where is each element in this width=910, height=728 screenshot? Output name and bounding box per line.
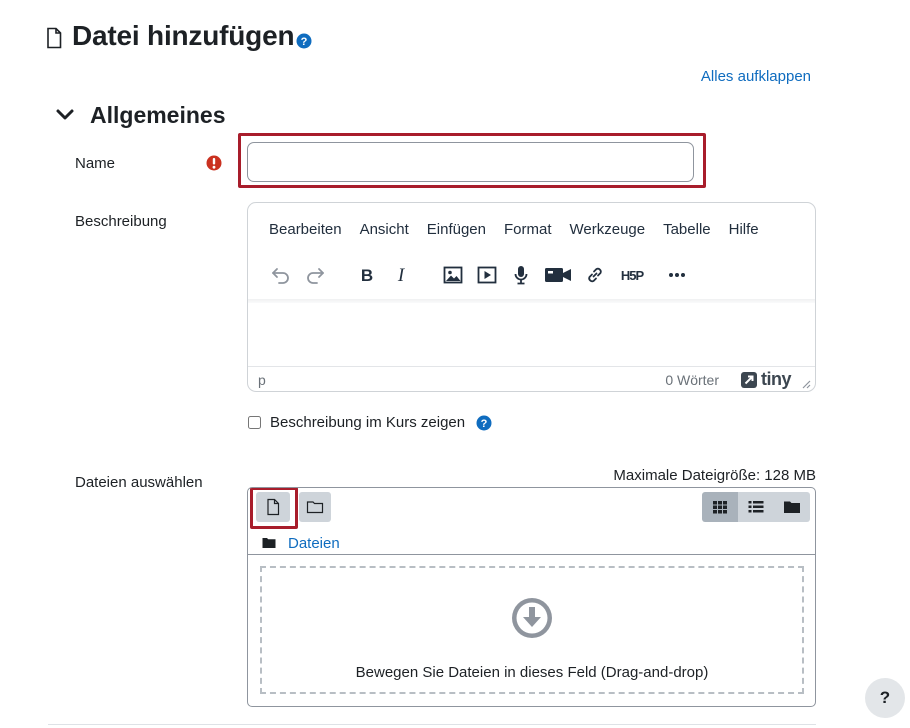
show-description-row: Beschreibung im Kurs zeigen ? [248, 414, 492, 431]
image-icon [443, 266, 463, 284]
view-list-button[interactable] [738, 492, 774, 522]
menu-format[interactable]: Format [495, 215, 561, 244]
svg-text:?: ? [301, 36, 308, 48]
files-label: Dateien auswählen [75, 474, 203, 491]
element-path[interactable]: p [258, 372, 266, 388]
editor-content-area[interactable] [248, 303, 815, 367]
description-editor: Bearbeiten Ansicht Einfügen Format Werkz… [247, 202, 816, 392]
media-icon [477, 266, 497, 284]
more-icon [669, 273, 685, 277]
undo-button[interactable] [264, 258, 298, 292]
italic-button[interactable]: I [384, 258, 418, 292]
editor-menubar: Bearbeiten Ansicht Einfügen Format Werkz… [260, 215, 768, 244]
editor-statusbar: p 0 Wörter tiny [248, 366, 815, 391]
help-icon[interactable]: ? [476, 415, 492, 431]
dropzone-text: Bewegen Sie Dateien in dieses Feld (Drag… [355, 664, 709, 681]
bottom-divider [48, 724, 816, 725]
svg-text:B: B [361, 266, 373, 285]
bold-button[interactable]: B [350, 258, 384, 292]
menu-edit[interactable]: Bearbeiten [260, 215, 351, 244]
file-manager-path: Dateien [262, 532, 340, 554]
redo-icon [307, 268, 324, 284]
video-camera-icon [545, 268, 571, 282]
grid-icon [713, 501, 727, 514]
file-manager-divider [248, 554, 815, 555]
h5p-button[interactable]: H5P [612, 258, 652, 292]
resize-handle-icon[interactable] [801, 379, 811, 389]
link-button[interactable] [578, 258, 612, 292]
required-icon [206, 155, 222, 171]
tiny-logo-text: tiny [760, 369, 792, 389]
file-dropzone[interactable]: Bewegen Sie Dateien in dieses Feld (Drag… [260, 566, 804, 694]
folder-icon [784, 501, 800, 513]
media-button[interactable] [470, 258, 504, 292]
bold-icon: B [361, 266, 373, 285]
image-button[interactable] [436, 258, 470, 292]
record-audio-button[interactable] [504, 258, 538, 292]
tiny-logo-icon [740, 371, 757, 388]
undo-icon [272, 268, 289, 284]
folder-icon [262, 538, 276, 548]
help-fab-label: ? [879, 688, 891, 707]
page-title: Datei hinzufügen [72, 20, 295, 51]
name-label: Name [75, 155, 116, 172]
download-arrow-icon [512, 598, 552, 638]
svg-text:I: I [397, 265, 406, 286]
section-title: Allgemeines [90, 101, 226, 128]
add-file-highlight [250, 488, 298, 529]
menu-tools[interactable]: Werkzeuge [561, 215, 655, 244]
link-icon [588, 267, 602, 283]
chevron-down-icon [56, 109, 74, 120]
help-icon[interactable]: ? [296, 33, 312, 49]
menu-insert[interactable]: Einfügen [418, 215, 495, 244]
expand-all-link[interactable]: Alles aufklappen [701, 68, 811, 85]
description-label: Beschreibung [75, 213, 167, 230]
show-description-checkbox[interactable] [248, 416, 261, 429]
svg-text:?: ? [481, 418, 488, 430]
h5p-icon: H5P [621, 268, 646, 283]
more-button[interactable] [660, 258, 694, 292]
file-icon [47, 27, 62, 49]
show-description-label[interactable]: Beschreibung im Kurs zeigen [270, 414, 465, 431]
file-manager-toolbar [248, 488, 815, 532]
microphone-icon [514, 266, 528, 285]
file-manager: Dateien Bewegen Sie Dateien in dieses Fe… [247, 487, 816, 707]
folder-outline-icon [306, 501, 324, 514]
menu-view[interactable]: Ansicht [351, 215, 418, 244]
create-folder-button[interactable] [299, 492, 331, 522]
tiny-logo-link[interactable]: tiny [740, 369, 792, 390]
max-file-size: Maximale Dateigröße: 128 MB [613, 467, 816, 484]
list-icon [748, 501, 764, 513]
record-video-button[interactable] [538, 258, 578, 292]
menu-help[interactable]: Hilfe [720, 215, 768, 244]
redo-button[interactable] [298, 258, 332, 292]
editor-toolbar: B I H5P [264, 257, 694, 293]
name-input[interactable] [247, 142, 694, 182]
page-title-row: Datei hinzufügen ? [46, 16, 312, 56]
view-icons-button[interactable] [702, 492, 738, 522]
svg-text:H5P: H5P [621, 268, 645, 283]
path-link-files[interactable]: Dateien [288, 535, 340, 552]
help-floating-button[interactable]: ? [865, 678, 905, 718]
section-header-general[interactable]: Allgemeines [54, 100, 226, 130]
view-mode-group [702, 492, 810, 522]
view-tree-button[interactable] [774, 492, 810, 522]
menu-table[interactable]: Tabelle [654, 215, 720, 244]
italic-icon: I [397, 265, 406, 286]
word-count[interactable]: 0 Wörter [665, 372, 719, 388]
